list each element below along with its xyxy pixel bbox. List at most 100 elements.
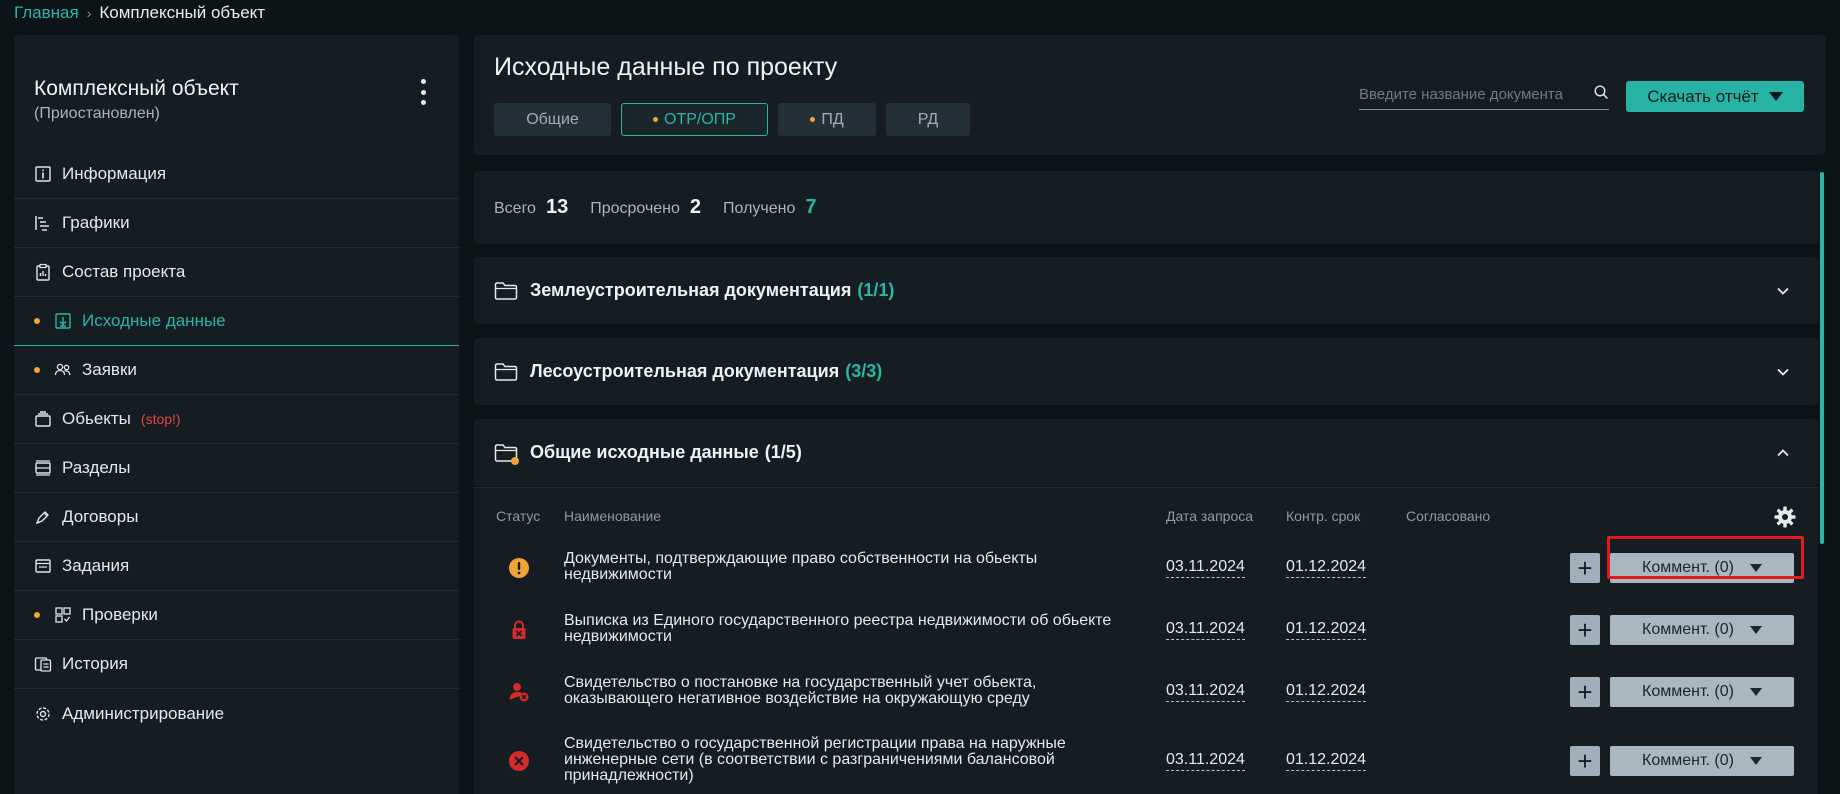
tab-label: ПД bbox=[821, 110, 844, 128]
sidebar-nav: Информация Графики Состав проекта Исходн… bbox=[14, 150, 459, 738]
deadline-date[interactable]: 01.12.2024 bbox=[1286, 558, 1367, 578]
sidebar-item-charts[interactable]: Графики bbox=[14, 199, 459, 248]
chevron-down-icon[interactable] bbox=[1776, 365, 1790, 379]
folder-title: Лесоустроительная документация bbox=[530, 361, 840, 381]
stop-badge: (stop!) bbox=[140, 411, 181, 427]
breadcrumb-current: Комплексный объект bbox=[99, 3, 266, 22]
scrollbar[interactable] bbox=[1820, 172, 1824, 544]
request-date[interactable]: 03.11.2024 bbox=[1166, 558, 1245, 578]
table-row[interactable]: Документы, подтверждающие право собствен… bbox=[474, 542, 1818, 594]
add-button[interactable]: + bbox=[1570, 553, 1600, 583]
column-header-deadline: Контр. срок bbox=[1286, 508, 1361, 524]
download-report-label: Скачать отчёт bbox=[1647, 86, 1759, 106]
warning-circle-icon bbox=[508, 557, 530, 579]
stat-value: 2 bbox=[689, 196, 702, 218]
caret-down-icon bbox=[1768, 92, 1783, 101]
notification-dot bbox=[34, 367, 40, 373]
project-status: (Приостановлен) bbox=[34, 105, 160, 122]
comments-dropdown-button[interactable]: Коммент. (0) bbox=[1610, 746, 1794, 776]
document-name: Свидетельство о постановке на государств… bbox=[564, 674, 1037, 707]
history-icon bbox=[34, 655, 52, 673]
layers-icon bbox=[34, 410, 52, 428]
notification-dot bbox=[511, 456, 519, 465]
add-button[interactable]: + bbox=[1570, 677, 1600, 707]
add-button[interactable]: + bbox=[1570, 615, 1600, 645]
sidebar-item-contracts[interactable]: Договоры bbox=[14, 493, 459, 542]
sidebar-item-label: Обьекты bbox=[62, 409, 131, 428]
table-row[interactable]: Свидетельство о постановке на государств… bbox=[474, 666, 1818, 718]
folder-land-docs[interactable]: Землеустроительная документация (1/1) bbox=[474, 257, 1818, 324]
folder-icon bbox=[494, 362, 518, 382]
stat-overdue: Просрочено 2 bbox=[590, 196, 701, 219]
folder-title: Землеустроительная документация bbox=[530, 280, 852, 300]
document-name: Выписка из Единого государственного реес… bbox=[564, 612, 1112, 645]
sidebar-item-label: Проверки bbox=[82, 605, 158, 624]
sidebar-item-label: Состав проекта bbox=[62, 262, 186, 281]
sidebar-item-info[interactable]: Информация bbox=[14, 150, 459, 199]
user-x-icon bbox=[508, 681, 530, 703]
folder-general-source-data[interactable]: Общие исходные данные (1/5) bbox=[474, 419, 1818, 486]
table-row[interactable]: Выписка из Единого государственного реес… bbox=[474, 604, 1818, 656]
header-panel: Исходные данные по проекту Общие ОТР/ОПР… bbox=[474, 35, 1826, 155]
sidebar-item-sections[interactable]: Разделы bbox=[14, 444, 459, 493]
comment-label: Коммент. (0) bbox=[1642, 559, 1734, 576]
folder-title: Общие исходные данные bbox=[530, 442, 759, 462]
table-settings-gear-icon[interactable] bbox=[1774, 506, 1796, 528]
tasks-icon bbox=[34, 557, 52, 575]
sidebar-item-objects[interactable]: Обьекты (stop!) bbox=[14, 395, 459, 444]
request-date[interactable]: 03.11.2024 bbox=[1166, 682, 1245, 702]
sidebar-item-history[interactable]: История bbox=[14, 640, 459, 689]
comments-dropdown-button[interactable]: Коммент. (0) bbox=[1610, 677, 1794, 707]
add-button[interactable]: + bbox=[1570, 746, 1600, 776]
notification-dot bbox=[810, 117, 816, 122]
sidebar-item-label: Графики bbox=[62, 213, 130, 232]
documents-table: Статус Наименование Дата запроса Контр. … bbox=[474, 487, 1818, 794]
chevron-up-icon[interactable] bbox=[1776, 446, 1790, 460]
sidebar-item-administration[interactable]: Администрирование bbox=[14, 689, 459, 738]
grid-check-icon bbox=[54, 606, 72, 624]
deadline-date[interactable]: 01.12.2024 bbox=[1286, 751, 1367, 771]
tab-general[interactable]: Общие bbox=[494, 103, 611, 136]
tab-otr-opr[interactable]: ОТР/ОПР bbox=[621, 103, 768, 136]
column-header-name: Наименование bbox=[564, 508, 662, 524]
sidebar-item-label: Исходные данные bbox=[82, 311, 226, 330]
deadline-date[interactable]: 01.12.2024 bbox=[1286, 682, 1367, 702]
tab-bar: Общие ОТР/ОПР ПД РД bbox=[494, 103, 970, 136]
sidebar-header: Комплексный объект (Приостановлен) bbox=[14, 35, 459, 150]
folder-forest-docs[interactable]: Лесоустроительная документация (3/3) bbox=[474, 338, 1818, 405]
tab-label: Общие bbox=[526, 110, 579, 128]
sidebar-item-tasks[interactable]: Задания bbox=[14, 542, 459, 591]
request-date[interactable]: 03.11.2024 bbox=[1166, 620, 1245, 640]
project-title: Комплексный объект bbox=[34, 77, 239, 100]
table-row[interactable]: Свидетельство о государственной регистра… bbox=[474, 728, 1818, 794]
search-input[interactable] bbox=[1359, 86, 1584, 103]
column-header-request-date: Дата запроса bbox=[1166, 508, 1254, 524]
download-report-button[interactable]: Скачать отчёт bbox=[1626, 81, 1804, 112]
chevron-down-icon[interactable] bbox=[1776, 284, 1790, 298]
stat-label: Получено bbox=[723, 200, 796, 217]
search-icon[interactable] bbox=[1593, 84, 1609, 105]
tab-rd[interactable]: РД bbox=[886, 103, 970, 136]
request-date[interactable]: 03.11.2024 bbox=[1166, 751, 1245, 771]
users-icon bbox=[54, 361, 72, 379]
breadcrumb-home-link[interactable]: Главная bbox=[14, 3, 79, 23]
comments-dropdown-button[interactable]: Коммент. (0) bbox=[1610, 615, 1794, 645]
comment-label: Коммент. (0) bbox=[1642, 621, 1734, 638]
comments-dropdown-button[interactable]: Коммент. (0) bbox=[1610, 553, 1794, 583]
comment-label: Коммент. (0) bbox=[1642, 683, 1734, 700]
sidebar-item-label: Задания bbox=[62, 556, 130, 575]
folder-count: (3/3) bbox=[845, 361, 883, 381]
sidebar-item-label: История bbox=[62, 654, 128, 673]
sidebar-item-requests[interactable]: Заявки bbox=[14, 346, 459, 395]
deadline-date[interactable]: 01.12.2024 bbox=[1286, 620, 1367, 640]
sidebar-item-project-composition[interactable]: Состав проекта bbox=[14, 248, 459, 297]
pen-icon bbox=[34, 508, 52, 526]
gear-icon bbox=[34, 705, 52, 723]
sidebar-item-checks[interactable]: Проверки bbox=[14, 591, 459, 640]
stat-received: Получено 7 bbox=[723, 196, 816, 219]
sidebar-item-source-data[interactable]: Исходные данные bbox=[14, 297, 459, 346]
sidebar-item-label: Информация bbox=[62, 164, 167, 183]
tab-pd[interactable]: ПД bbox=[778, 103, 876, 136]
more-vertical-icon[interactable] bbox=[417, 79, 429, 105]
folder-count: (1/1) bbox=[857, 280, 895, 300]
